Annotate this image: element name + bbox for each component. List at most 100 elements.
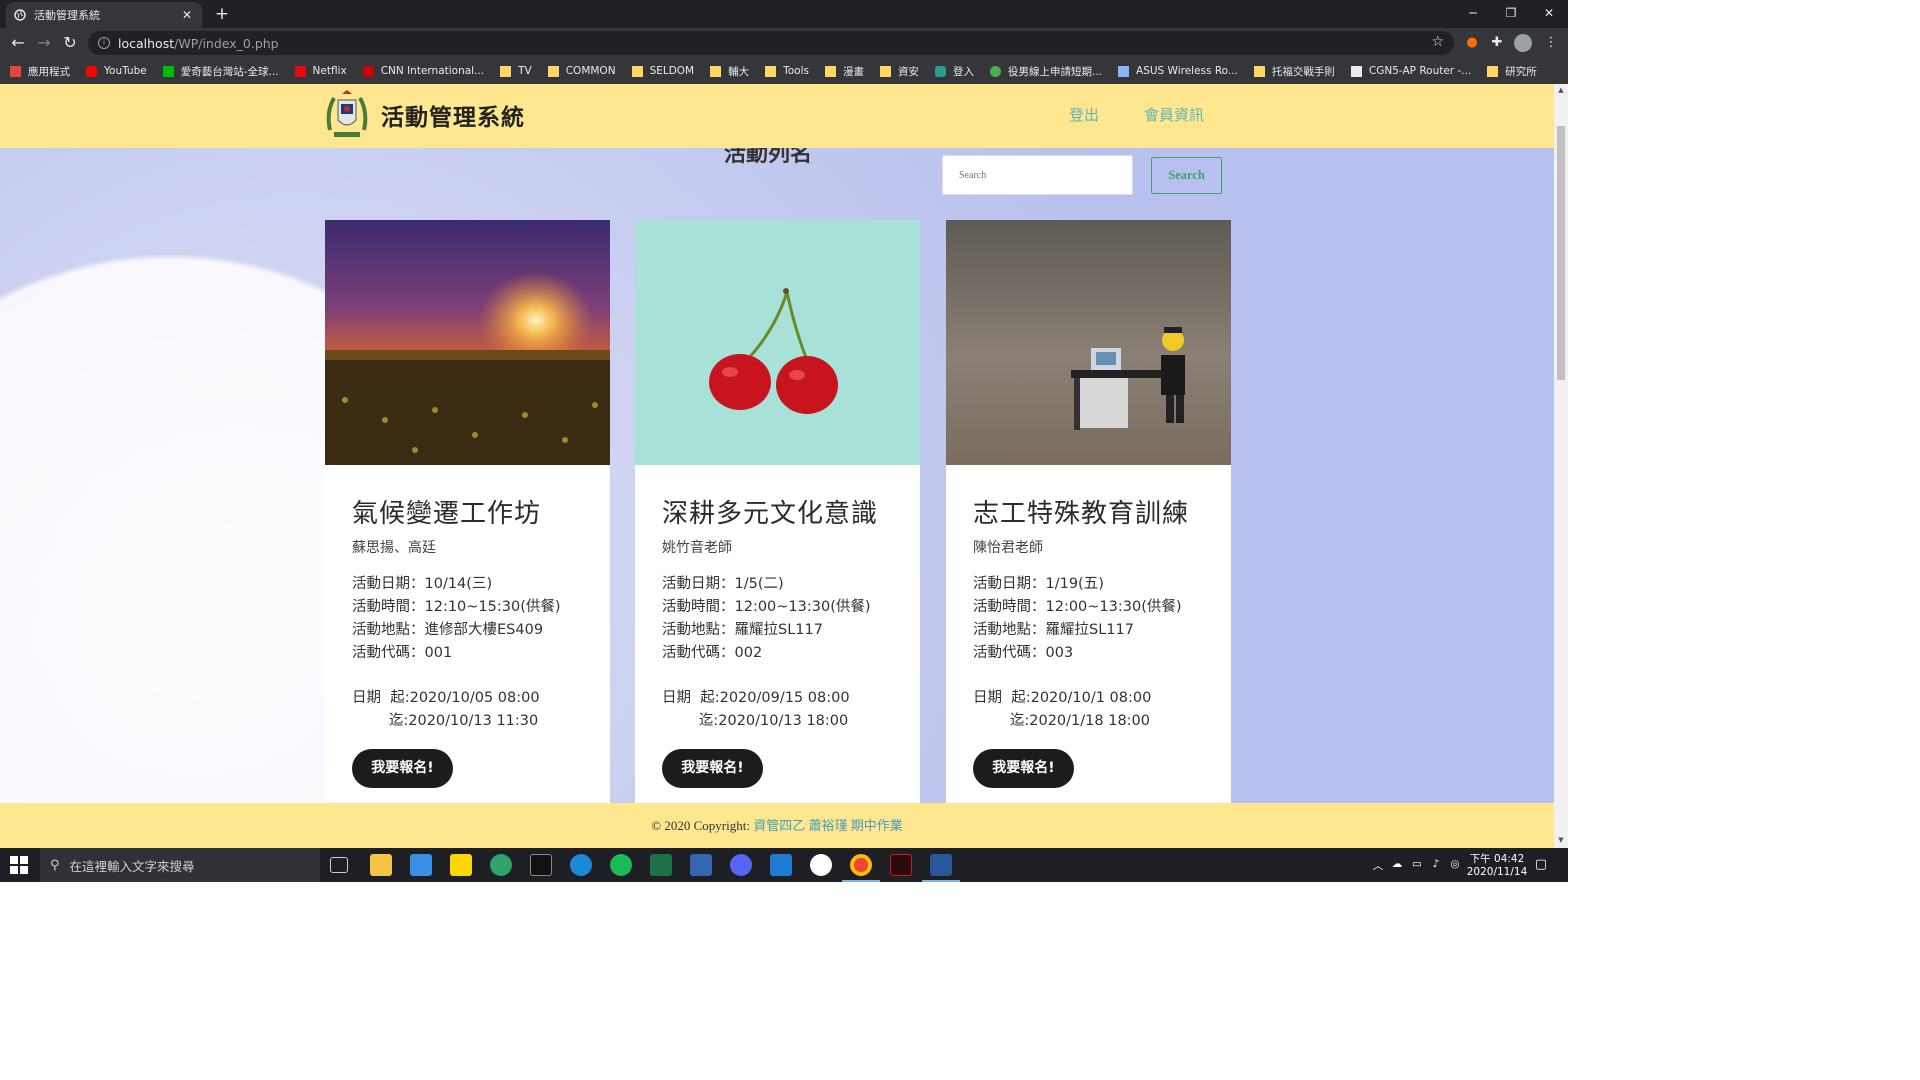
minimize-button[interactable]: ─ [1454,0,1492,28]
member-info-link[interactable]: 會員資訊 [1144,104,1204,125]
taskbar-search-placeholder: 在這裡輸入文字來搜尋 [69,858,195,874]
scroll-down-icon[interactable]: ▼ [1557,836,1565,844]
windows-start-icon[interactable] [10,856,28,874]
signup-button[interactable]: 我要報名! [352,749,453,788]
footer-link[interactable]: 資管四乙 蕭裕瑾 期中作業 [753,818,903,833]
clock-time[interactable]: 下午 04:42 [1466,851,1528,866]
word-icon[interactable] [930,854,952,876]
maps-icon[interactable] [490,854,512,876]
back-button[interactable]: ← [8,33,28,53]
bookmark-label: 愛奇藝台灣站-全球... [180,65,279,78]
profile-avatar-icon[interactable] [1514,34,1532,52]
folder-icon [1253,65,1265,77]
file-explorer-icon[interactable] [370,854,392,876]
edge-icon[interactable] [570,854,592,876]
browser-tab[interactable]: 活動管理系統 ✕ [6,2,202,28]
garena-icon[interactable] [890,854,912,876]
activity-card: 氣候變遷工作坊 蘇思揚、高廷 活動日期：10/14(三) 活動時間：12:10~… [325,220,610,820]
bookmark-item[interactable]: Tools [765,65,809,77]
bookmark-item[interactable]: 托福交戰手則 [1253,64,1335,79]
site-info-icon[interactable]: i [98,37,110,49]
scrollbar-thumb[interactable] [1557,126,1565,380]
onedrive-icon[interactable]: ☁ [1390,858,1404,870]
bookmark-star-icon[interactable]: ☆ [1431,34,1444,50]
terminal-icon[interactable] [530,854,552,876]
bookmark-item[interactable]: Netflix [294,65,347,77]
address-bar[interactable]: i localhost/WP/index_0.php ☆ [88,31,1454,55]
school-emblem-logo[interactable] [324,90,370,140]
search-input[interactable] [942,155,1133,195]
signup-button[interactable]: 我要報名! [973,749,1074,788]
site-header: 活動管理系統 登出 會員資訊 [0,84,1554,148]
bookmark-item[interactable]: 資安 [880,64,919,79]
logout-link[interactable]: 登出 [1069,104,1099,125]
scroll-up-icon[interactable]: ▲ [1557,86,1565,94]
tray-chevron-icon[interactable]: ︿ [1372,858,1384,873]
bookmark-item[interactable]: SELDOM [631,65,694,77]
chrome-icon[interactable] [850,854,872,876]
card-speaker: 陳怡君老師 [973,540,1043,556]
menu-kebab-icon[interactable]: ⋮ [1542,34,1560,52]
spotify-icon[interactable] [610,854,632,876]
chrome-active-indicator [842,880,880,882]
bookmark-item[interactable]: 愛奇藝台灣站-全球... [162,64,279,79]
folder-icon [500,65,512,77]
extension-icon[interactable]: ● [1463,34,1481,52]
bookmark-item[interactable]: 應用程式 [10,64,70,79]
forward-button[interactable]: → [34,33,54,53]
login-icon [935,65,946,77]
footer-copyright: © 2020 Copyright: [651,818,754,833]
bookmark-label: ASUS Wireless Ro... [1136,65,1238,77]
bookmark-item[interactable]: 輔大 [710,64,749,79]
bookmark-item[interactable]: COMMON [547,65,616,77]
bookmark-item[interactable]: YouTube [86,65,147,77]
url-path: /WP/index_0.php [174,35,279,51]
card-speaker: 蘇思揚、高廷 [352,540,436,556]
notifications-icon[interactable]: ▢ [1533,857,1549,872]
page-scrollbar[interactable]: ▲ ▼ [1554,84,1568,848]
card-period-end: 迄:2020/10/13 18:00 [662,713,849,729]
bookmark-label: YouTube [104,65,147,77]
reload-button[interactable]: ↻ [60,33,80,53]
bookmark-item[interactable]: 漫畫 [825,64,864,79]
clock-date[interactable]: 2020/11/14 [1466,866,1528,878]
network-icon[interactable]: ▭ [1410,858,1424,870]
site-title: 活動管理系統 [381,105,525,131]
bookmark-label: TV [518,65,532,77]
vscode-icon[interactable] [770,854,792,876]
restore-button[interactable]: ❐ [1492,0,1530,28]
control-panel-icon[interactable] [410,854,432,876]
browser-tab-strip: 活動管理系統 ✕ + ─ ❐ ✕ [0,0,1568,28]
router-icon [1350,65,1362,77]
taskbar-search-box[interactable]: ⚲ 在這裡輸入文字來搜尋 [40,848,320,882]
bookmark-label: CGN5-AP Router -... [1368,65,1472,77]
search-button[interactable]: Search [1151,157,1222,194]
cherries-photo [635,220,920,465]
bookmark-item[interactable]: CNN International... [362,65,484,77]
signup-button[interactable]: 我要報名! [662,749,763,788]
bookmark-item[interactable]: 役男線上申請短期... [990,64,1102,79]
new-tab-button[interactable]: + [212,4,232,24]
puzzle-extensions-icon[interactable]: ✚ [1488,34,1506,52]
bookmark-item[interactable]: 登入 [935,64,974,79]
close-window-button[interactable]: ✕ [1530,0,1568,28]
sunset-field-photo [325,220,610,465]
security-icon[interactable]: ◎ [1448,858,1462,870]
sql-tool-icon[interactable] [690,854,712,876]
site-footer: © 2020 Copyright: 資管四乙 蕭裕瑾 期中作業 [0,803,1554,848]
bookmark-item[interactable]: TV [500,65,532,77]
task-view-icon[interactable] [330,857,348,873]
itunes-icon[interactable] [810,854,832,876]
bookmarks-bar: 應用程式 YouTube 愛奇藝台灣站-全球... Netflix CNN Intern… [0,58,1568,84]
volume-icon[interactable]: ♪ [1429,858,1443,870]
discord-icon[interactable] [730,854,752,876]
folder-icon [547,65,559,77]
sticky-notes-icon[interactable] [450,854,472,876]
bookmark-item[interactable]: 研究所 [1487,64,1537,79]
bookmark-item[interactable]: ASUS Wireless Ro... [1118,65,1238,77]
stock-chart-icon[interactable] [650,854,672,876]
tab-close-icon[interactable]: ✕ [180,8,194,22]
bookmark-item[interactable]: CGN5-AP Router -... [1350,65,1472,77]
card-period-start: 日期 起:2020/10/05 08:00 [352,690,540,706]
bookmark-label: COMMON [565,65,616,77]
